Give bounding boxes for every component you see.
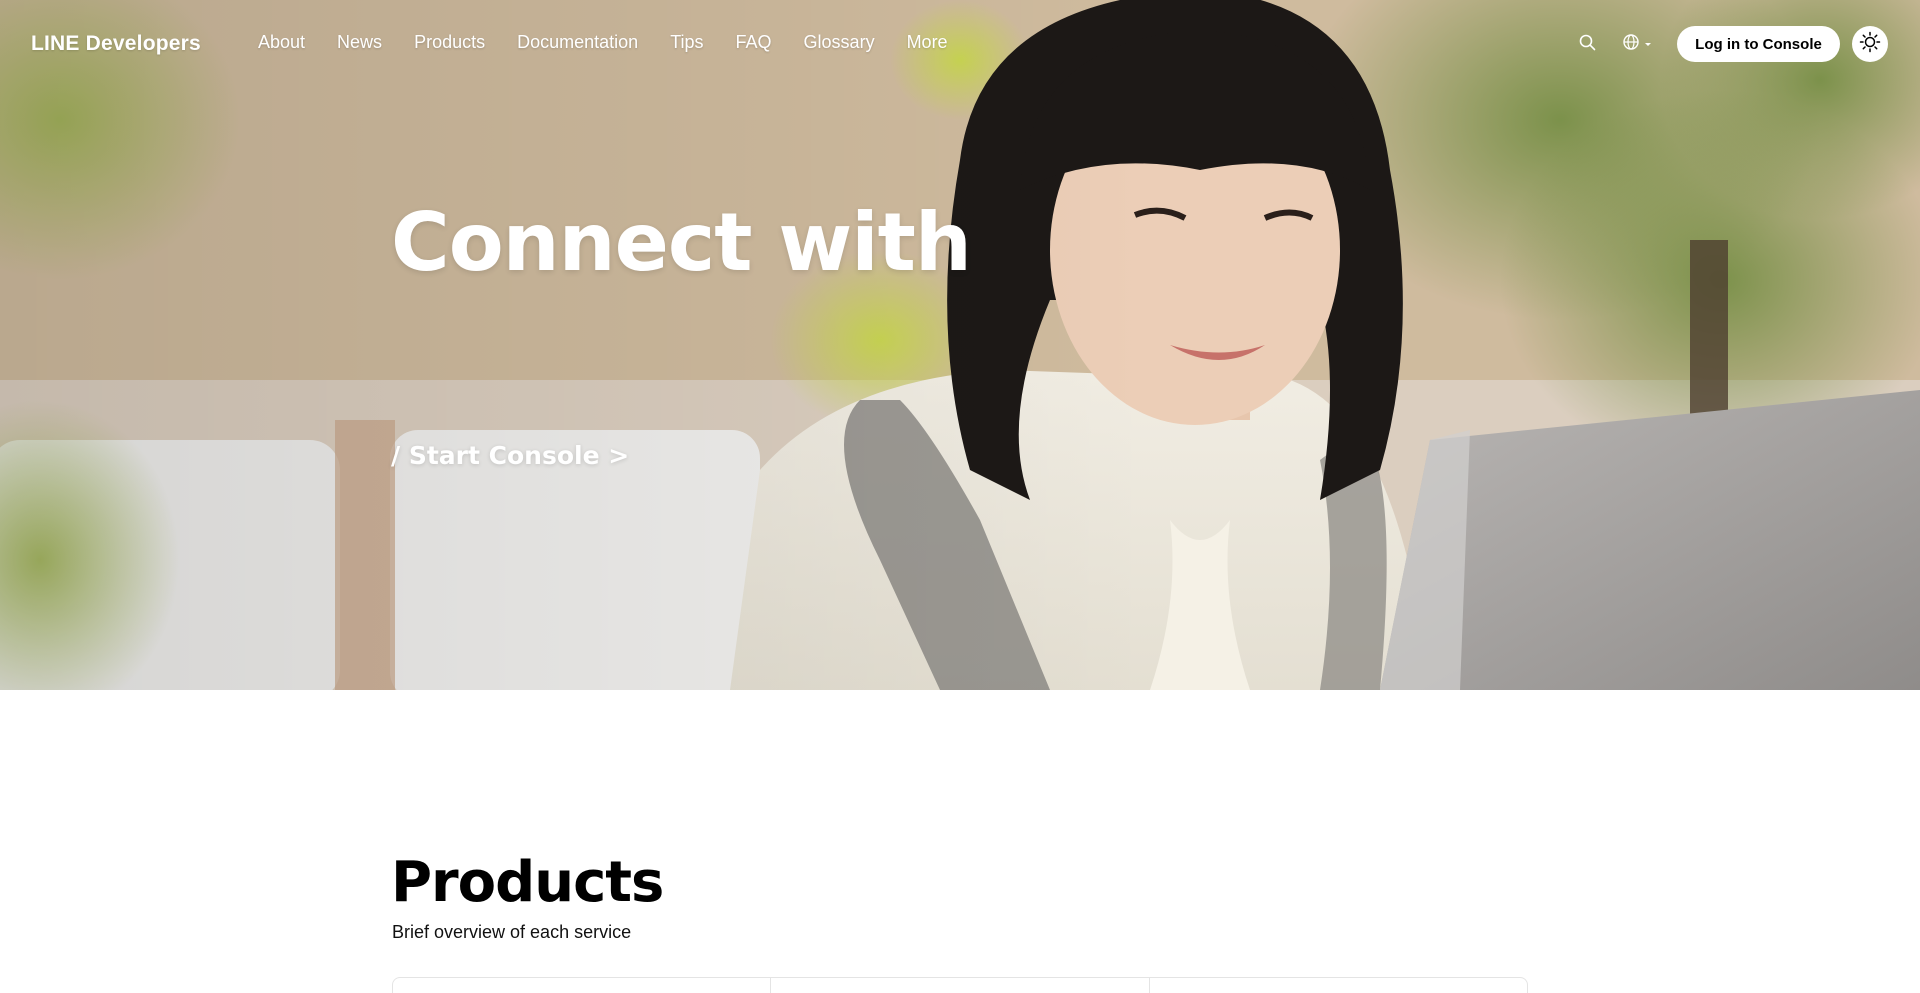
product-cards	[392, 977, 1528, 993]
theme-toggle-button[interactable]	[1852, 26, 1888, 62]
globe-icon	[1622, 33, 1640, 56]
hero-banner: Connect with / Start Console >	[0, 0, 1920, 690]
language-selector[interactable]	[1622, 33, 1656, 55]
nav-item-glossary[interactable]: Glossary	[804, 32, 875, 53]
chevron-down-icon	[1644, 35, 1652, 53]
login-console-button[interactable]: Log in to Console	[1677, 26, 1840, 62]
product-card[interactable]	[771, 978, 1150, 993]
nav-item-more[interactable]: More	[907, 32, 948, 53]
nav-item-about[interactable]: About	[258, 32, 305, 53]
nav-item-products[interactable]: Products	[414, 32, 485, 53]
search-icon[interactable]	[1578, 33, 1598, 53]
product-card[interactable]	[393, 978, 772, 993]
main-menu: About News Products Documentation Tips F…	[258, 32, 980, 53]
nav-item-news[interactable]: News	[337, 32, 382, 53]
nav-item-tips[interactable]: Tips	[670, 32, 703, 53]
nav-item-faq[interactable]: FAQ	[736, 32, 772, 53]
nav-item-documentation[interactable]: Documentation	[517, 32, 638, 53]
products-heading: Products	[391, 850, 664, 915]
product-card[interactable]	[1150, 978, 1527, 993]
sun-icon	[1859, 31, 1881, 58]
hero-overlay	[0, 0, 1920, 690]
top-navigation: LINE Developers About News Products Docu…	[0, 0, 1920, 88]
hero-title: Connect with	[391, 196, 972, 289]
line-developers-logo[interactable]: LINE Developers	[31, 32, 201, 56]
start-console-link[interactable]: / Start Console >	[391, 441, 629, 470]
products-subtitle: Brief overview of each service	[392, 922, 632, 942]
